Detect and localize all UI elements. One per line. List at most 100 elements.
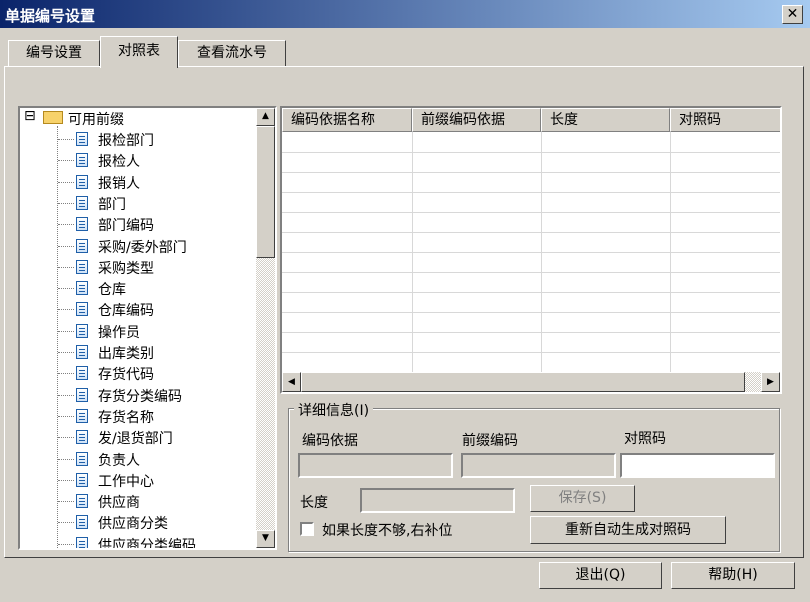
tree-connector [58, 501, 74, 503]
scroll-right-icon[interactable]: ▶ [761, 372, 780, 392]
tree-item-label: 工作中心 [98, 473, 154, 490]
save-button[interactable]: 保存(S) [530, 485, 635, 512]
tree-item[interactable]: 工作中心 [20, 470, 260, 491]
tree-item[interactable]: 存货代码 [20, 363, 260, 384]
tree-item[interactable]: 仓库编码 [20, 299, 260, 320]
tab-label: 查看流水号 [197, 45, 267, 61]
tree-connector [58, 288, 74, 290]
tab-view-serial[interactable]: 查看流水号 [178, 40, 286, 67]
tab-mapping-table[interactable]: 对照表 [100, 36, 178, 68]
tree-connector [58, 479, 74, 481]
tab-label: 编号设置 [26, 45, 82, 61]
collapse-icon[interactable]: ⊟ [24, 108, 36, 124]
mapping-code-input[interactable] [620, 453, 775, 478]
regenerate-button[interactable]: 重新自动生成对照码 [530, 516, 726, 544]
tree-item-label: 采购/委外部门 [98, 239, 187, 256]
tree-item[interactable]: 部门编码 [20, 214, 260, 235]
close-button[interactable]: ✕ [782, 5, 803, 24]
exit-button[interactable]: 退出(Q) [539, 562, 662, 589]
length-field [360, 488, 515, 513]
tab-label: 对照表 [118, 43, 160, 59]
column-header-length[interactable]: 长度 [541, 108, 670, 132]
grid-row-line [282, 192, 780, 193]
tree-item-label: 发/退货部门 [98, 431, 173, 448]
basis-field [298, 453, 453, 478]
column-header-prefix-basis[interactable]: 前缀编码依据 [412, 108, 541, 132]
tree-item-label: 报检人 [98, 154, 140, 171]
tree-item[interactable]: 采购/委外部门 [20, 236, 260, 257]
tree-item[interactable]: 报检人 [20, 150, 260, 171]
tree-item[interactable]: 供应商分类编码 [20, 534, 260, 550]
length-label: 长度 [300, 495, 328, 511]
prefix-tree[interactable]: ⊟ 可用前缀 报检部门报检人报销人部门部门编码采购/委外部门 采购类型仓库 仓库编码… [18, 106, 277, 550]
mapping-grid[interactable]: 编码依据名称 前缀编码依据 长度 对照码 ◀ ▶ [280, 106, 782, 394]
tree-root-item[interactable]: ⊟ 可用前缀 [20, 108, 260, 129]
document-icon [76, 323, 88, 338]
grid-row-line [282, 232, 780, 233]
document-icon [76, 281, 88, 296]
tree-item-label: 存货分类编码 [98, 388, 182, 405]
tree-connector [58, 224, 74, 226]
tree-item-label: 采购类型 [98, 260, 154, 277]
window-title: 单据编号设置 [5, 7, 96, 25]
document-icon [76, 494, 88, 509]
tree-connector [58, 458, 74, 460]
tree-item-label: 操作员 [98, 324, 140, 341]
tree-item[interactable]: 出库类别 [20, 342, 260, 363]
pad-right-checkbox[interactable] [300, 522, 314, 536]
document-icon [76, 366, 88, 381]
tree-item[interactable]: 报销人 [20, 172, 260, 193]
close-icon: ✕ [786, 6, 799, 22]
folder-icon [43, 111, 63, 124]
tree-item-label: 部门 [98, 196, 126, 213]
tree-item[interactable]: 供应商 [20, 491, 260, 512]
tree-item[interactable]: 负责人 [20, 449, 260, 470]
tree-connector [58, 266, 74, 268]
tree-connector [58, 543, 74, 545]
tree-scrollbar[interactable]: ▲ ▼ [256, 108, 275, 548]
basis-label: 编码依据 [302, 433, 358, 449]
tree-item[interactable]: 存货分类编码 [20, 385, 260, 406]
help-button[interactable]: 帮助(H) [671, 562, 795, 589]
document-icon [76, 536, 88, 548]
tree-item-label: 报销人 [98, 175, 140, 192]
document-icon [76, 238, 88, 253]
scroll-left-icon[interactable]: ◀ [282, 372, 301, 392]
tab-number-settings[interactable]: 编号设置 [8, 40, 100, 67]
document-icon [76, 408, 88, 423]
grid-row-line [282, 252, 780, 253]
document-icon [76, 387, 88, 402]
mapping-code-label: 对照码 [624, 431, 666, 447]
tree-connector [58, 437, 74, 439]
scroll-thumb[interactable] [256, 126, 275, 258]
scroll-up-icon[interactable]: ▲ [256, 108, 275, 126]
grid-column-line [670, 132, 671, 372]
document-icon [76, 217, 88, 232]
tree-item[interactable]: 部门 [20, 193, 260, 214]
tree-item[interactable]: 发/退货部门 [20, 427, 260, 448]
tree-item-label: 供应商分类编码 [98, 537, 196, 550]
grid-column-line [541, 132, 542, 372]
grid-row-line [282, 292, 780, 293]
tree-item[interactable]: 供应商分类 [20, 512, 260, 533]
column-header-basis-name[interactable]: 编码依据名称 [282, 108, 412, 132]
grid-hscrollbar[interactable]: ◀ ▶ [282, 372, 780, 392]
tree-item-label: 报检部门 [98, 133, 154, 149]
tree-item[interactable]: 采购类型 [20, 257, 260, 278]
tree-item-label: 负责人 [98, 452, 140, 469]
hscroll-thumb[interactable] [301, 372, 745, 392]
tree-item-label: 仓库 [98, 282, 126, 299]
tree-item[interactable]: 操作员 [20, 321, 260, 342]
tree-connector [58, 245, 74, 247]
tree-item-label: 部门编码 [98, 218, 154, 235]
grid-column-line [412, 132, 413, 372]
tree-item[interactable]: 存货名称 [20, 406, 260, 427]
tree-item-label: 存货代码 [98, 367, 154, 384]
title-bar: 单据编号设置 ✕ [0, 0, 810, 28]
tree-item[interactable]: 报检部门 [20, 129, 260, 150]
scroll-down-icon[interactable]: ▼ [256, 530, 275, 548]
tree-connector [58, 160, 74, 162]
document-icon [76, 259, 88, 274]
column-header-code[interactable]: 对照码 [670, 108, 780, 132]
tree-item[interactable]: 仓库 [20, 278, 260, 299]
